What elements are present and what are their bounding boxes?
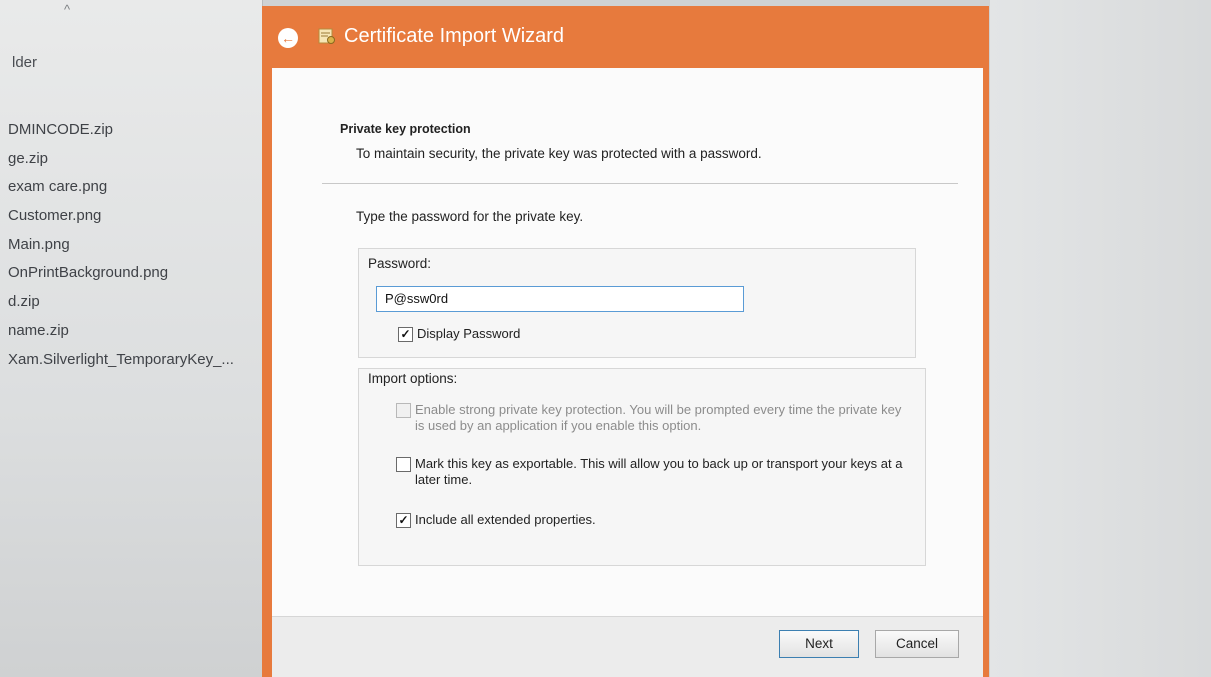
divider (322, 183, 958, 184)
file-item[interactable]: d.zip (0, 288, 234, 317)
strong-protection-row: Enable strong private key protection. Yo… (396, 402, 916, 434)
certificate-import-wizard: ← Certificate Import Wizard Private key … (262, 6, 989, 677)
strong-protection-label: Enable strong private key protection. Yo… (415, 402, 902, 433)
file-item[interactable]: Customer.png (0, 202, 234, 231)
extended-properties-row[interactable]: ✓ Include all extended properties. (396, 512, 596, 528)
exportable-label: Mark this key as exportable. This will a… (415, 456, 903, 487)
wizard-titlebar: ← Certificate Import Wizard (262, 6, 989, 68)
extended-properties-checkbox[interactable]: ✓ (396, 513, 411, 528)
file-item[interactable]: ge.zip (0, 145, 234, 174)
section-subtitle: To maintain security, the private key wa… (356, 146, 762, 161)
file-item[interactable]: Main.png (0, 231, 234, 260)
folder-label[interactable]: lder (12, 54, 37, 71)
cancel-button[interactable]: Cancel (875, 630, 959, 658)
next-button[interactable]: Next (779, 630, 859, 658)
wizard-content: Private key protection To maintain secur… (272, 68, 983, 616)
strong-protection-checkbox (396, 403, 411, 418)
back-arrow-icon[interactable]: ← (278, 28, 298, 48)
file-item[interactable]: DMINCODE.zip (0, 116, 234, 145)
display-password-row[interactable]: ✓ Display Password (398, 326, 520, 342)
file-item[interactable]: OnPrintBackground.png (0, 259, 234, 288)
extended-properties-label: Include all extended properties. (415, 512, 596, 527)
file-explorer-panel: ^ lder DMINCODE.zip ge.zip exam care.png… (0, 0, 263, 677)
file-item[interactable]: exam care.png (0, 173, 234, 202)
display-password-checkbox[interactable]: ✓ (398, 327, 413, 342)
exportable-row[interactable]: Mark this key as exportable. This will a… (396, 456, 916, 488)
wizard-title: Certificate Import Wizard (344, 25, 565, 47)
background-area (990, 0, 1211, 677)
file-item[interactable]: Xam.Silverlight_TemporaryKey_... (0, 346, 234, 375)
exportable-checkbox[interactable] (396, 457, 411, 472)
instruction-text: Type the password for the private key. (356, 209, 584, 224)
display-password-label: Display Password (417, 326, 521, 341)
file-list: DMINCODE.zip ge.zip exam care.png Custom… (0, 116, 234, 374)
section-title: Private key protection (340, 122, 471, 136)
scroll-up-icon[interactable]: ^ (64, 2, 70, 17)
file-item[interactable]: name.zip (0, 317, 234, 346)
import-options-label: Import options: (368, 371, 458, 386)
password-label: Password: (368, 256, 432, 271)
password-field[interactable]: P@ssw0rd (376, 286, 744, 312)
certificate-icon (318, 28, 335, 44)
